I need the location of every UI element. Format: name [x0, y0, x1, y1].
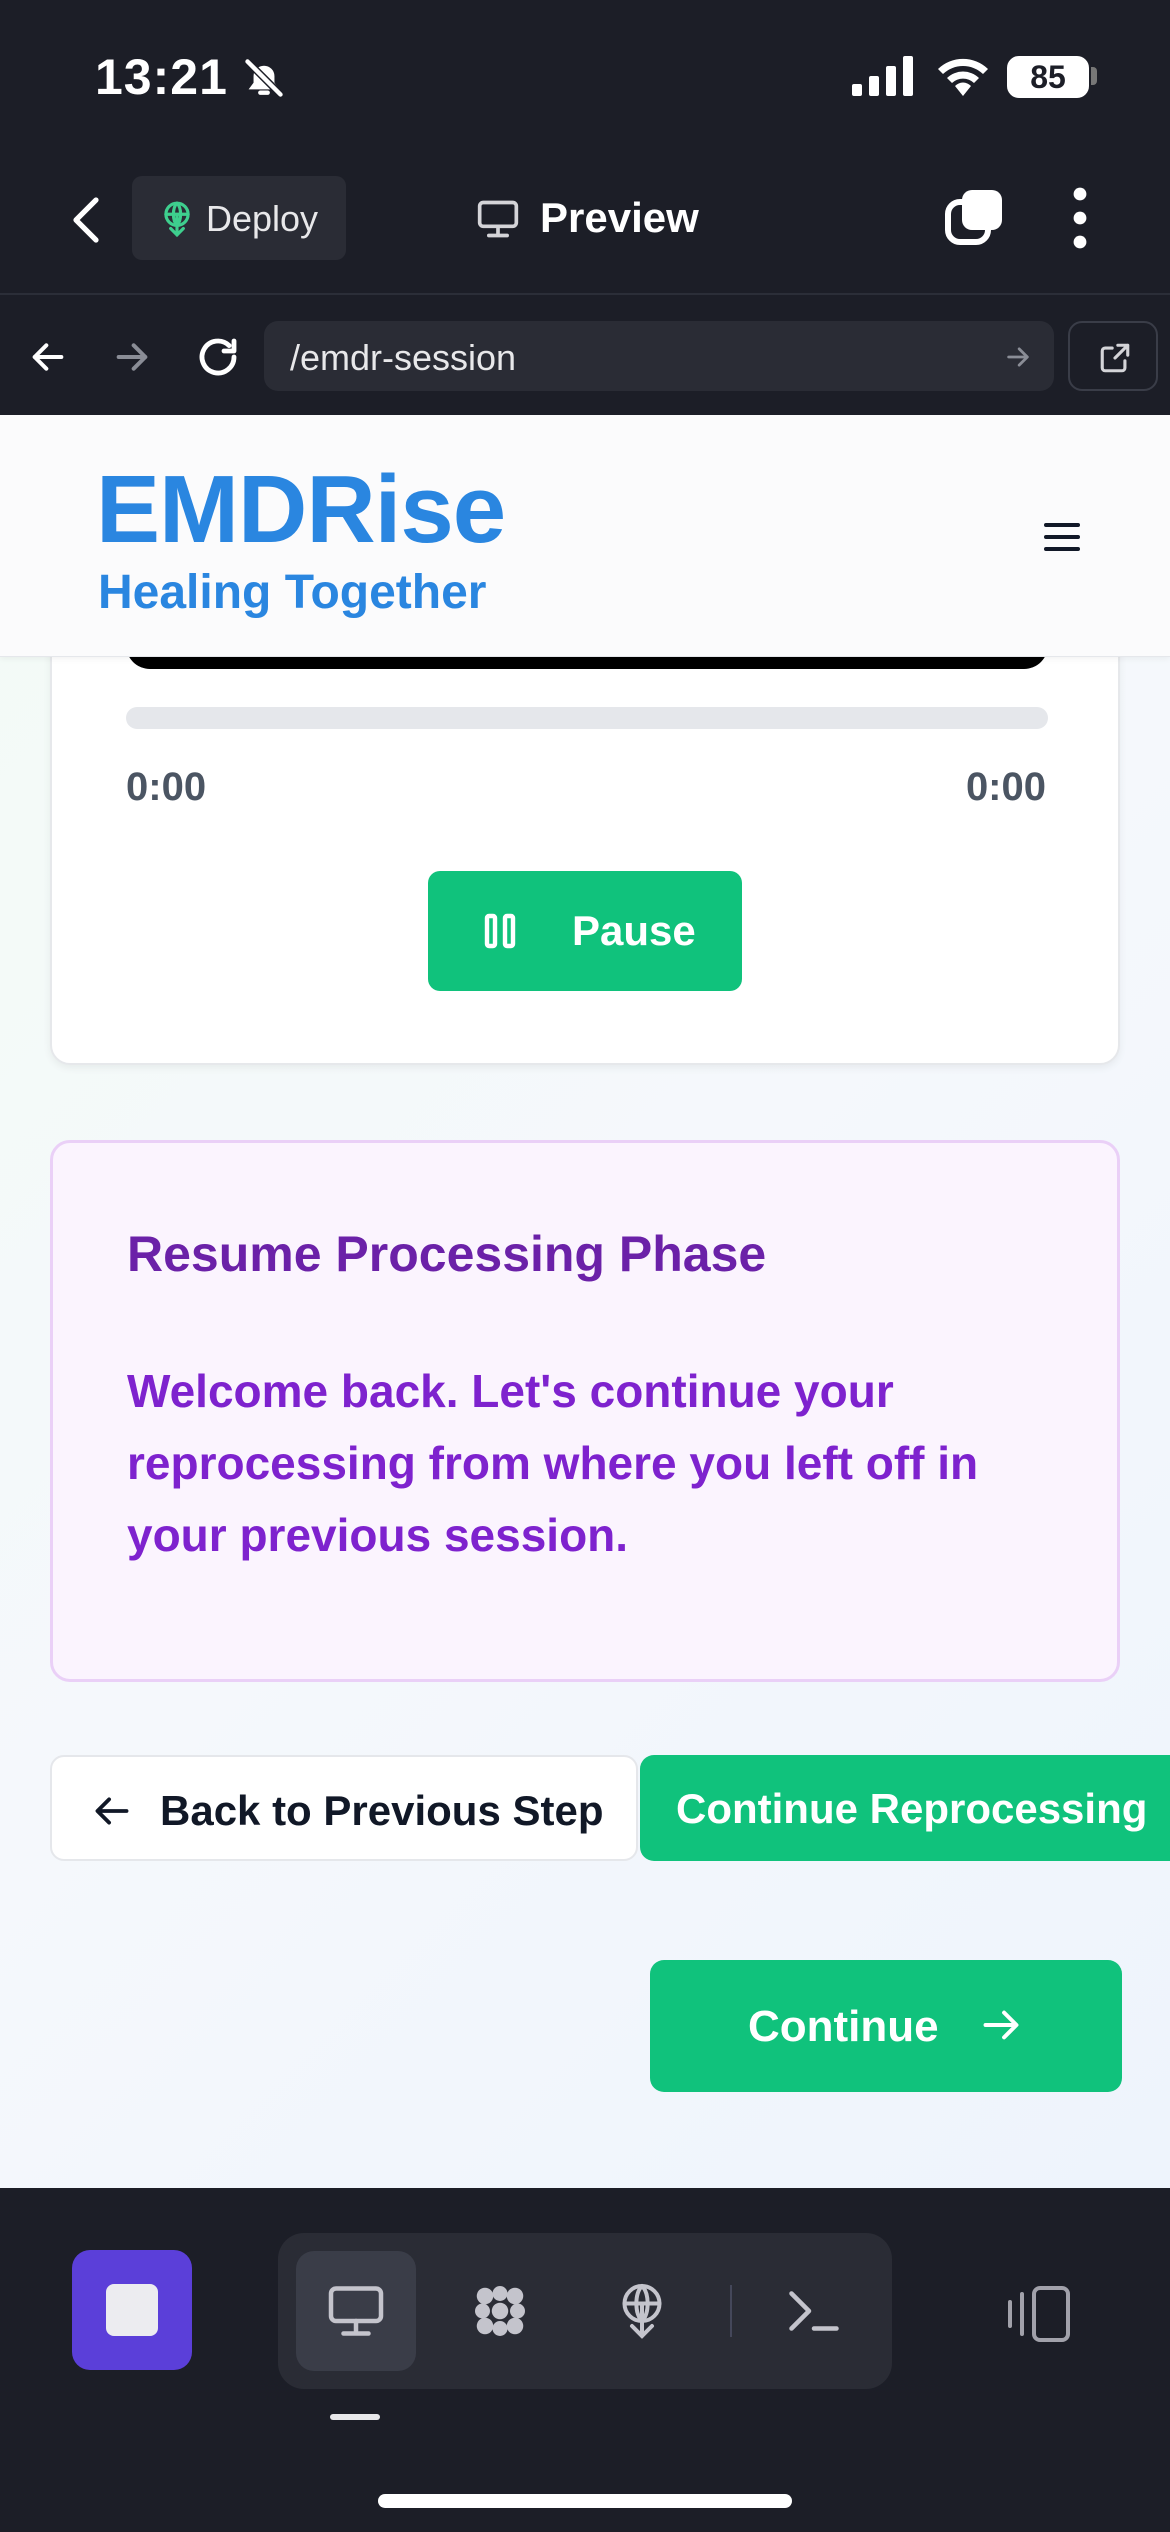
tool-separator	[730, 2285, 732, 2337]
more-vertical-icon[interactable]	[1068, 186, 1092, 250]
pause-icon	[484, 913, 516, 949]
arrow-right-icon	[983, 2010, 1019, 2040]
reload-icon[interactable]	[194, 333, 242, 381]
pause-button[interactable]: Pause	[428, 871, 742, 991]
web-content: EMDRise Healing Together 0:00 0:00 Pause…	[0, 415, 1170, 2188]
continue-button[interactable]: Continue	[650, 1960, 1122, 2092]
tool-terminal[interactable]	[754, 2251, 874, 2371]
bottom-toolbar	[0, 2188, 1170, 2532]
monitor-icon	[328, 2286, 384, 2336]
deploy-button[interactable]: Deploy	[132, 176, 346, 260]
continue-reprocessing-button[interactable]: Continue Reprocessing	[640, 1755, 1170, 1861]
active-tool-indicator	[330, 2414, 380, 2420]
url-text: /emdr-session	[290, 337, 517, 378]
resume-processing-card: Resume Processing Phase Welcome back. Le…	[50, 1140, 1120, 1682]
tool-group	[278, 2233, 892, 2389]
url-input[interactable]: /emdr-session	[264, 321, 1054, 391]
resume-title: Resume Processing Phase	[127, 1226, 767, 1282]
arrow-left-icon[interactable]	[28, 337, 68, 377]
tool-integrations[interactable]	[440, 2251, 560, 2371]
deploy-label: Deploy	[206, 198, 319, 239]
brand-logo[interactable]: EMDRise	[96, 455, 506, 565]
stop-icon	[106, 2284, 158, 2336]
signal-icon	[852, 56, 913, 96]
device-toggle-icon[interactable]	[1000, 2284, 1072, 2344]
arrow-left-icon	[95, 1797, 129, 1825]
deploy-icon	[164, 201, 190, 238]
open-external-button[interactable]	[1068, 321, 1158, 391]
arrow-right-icon[interactable]	[112, 337, 152, 377]
resume-message: Welcome back. Let's continue your reproc…	[127, 1365, 979, 1561]
integrations-icon	[475, 2286, 525, 2336]
current-time: 0:00	[126, 765, 207, 809]
url-bar: /emdr-session	[0, 295, 1170, 415]
continue-label: Continue	[748, 2002, 939, 2051]
monitor-icon	[477, 200, 519, 238]
tabs-icon[interactable]	[944, 188, 1004, 248]
duration-time: 0:00	[965, 765, 1046, 809]
bell-off-icon	[243, 57, 285, 99]
app-bar: Deploy Preview	[0, 150, 1170, 295]
back-to-previous-step-button[interactable]: Back to Previous Step	[50, 1755, 638, 1861]
terminal-icon	[789, 2291, 839, 2331]
preview-label: Preview	[540, 194, 699, 241]
status-bar: 13:21 85	[0, 0, 1170, 150]
hamburger-icon[interactable]	[1044, 522, 1080, 552]
wifi-icon	[938, 58, 988, 96]
pause-label: Pause	[572, 907, 696, 954]
deploy-icon	[622, 2284, 662, 2339]
battery-icon: 85	[1007, 56, 1089, 98]
progress-bar[interactable]	[126, 707, 1048, 729]
site-header: EMDRise Healing Together	[0, 415, 1170, 657]
brand-tagline: Healing Together	[98, 566, 487, 619]
go-arrow-icon[interactable]	[1004, 343, 1032, 371]
battery-nub	[1091, 67, 1097, 85]
open-external-icon	[1100, 343, 1130, 373]
continue-reprocessing-label: Continue Reprocessing	[676, 1785, 1148, 1832]
back-label: Back to Previous Step	[160, 1787, 604, 1834]
back-chevron-icon[interactable]	[66, 194, 106, 246]
tool-preview[interactable]	[296, 2251, 416, 2371]
tool-deploy[interactable]	[582, 2251, 702, 2371]
status-time: 13:21	[95, 49, 228, 105]
home-indicator	[378, 2494, 792, 2508]
stop-button[interactable]	[72, 2250, 192, 2370]
